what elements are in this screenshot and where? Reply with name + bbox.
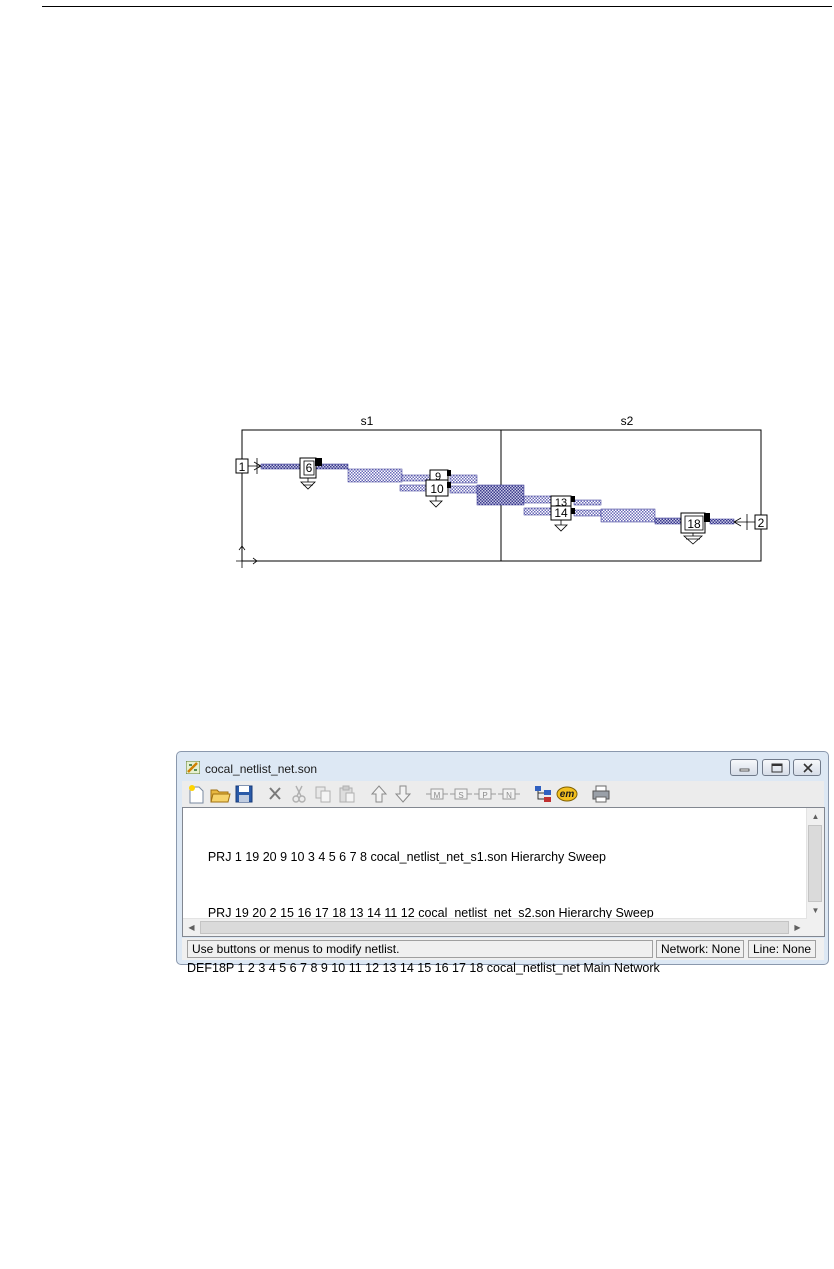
delete-icon[interactable] (264, 783, 286, 805)
status-network: Network: None (656, 940, 744, 958)
cut-icon[interactable] (288, 783, 310, 805)
port-1-arrow (248, 458, 262, 474)
status-line: Line: None (748, 940, 816, 958)
save-icon[interactable] (233, 783, 255, 805)
component-label: 18 (687, 517, 701, 531)
window-title: cocal_netlist_net.son (205, 762, 318, 776)
trace-segment (654, 517, 682, 525)
scroll-corner (807, 919, 824, 936)
title-bar[interactable]: cocal_netlist_net.son (177, 752, 828, 778)
page-top-rule (42, 6, 832, 7)
trace-segment (476, 484, 525, 506)
port-1-label: 1 (239, 460, 246, 474)
svg-text:em: em (560, 789, 575, 800)
component-label: 10 (430, 482, 444, 496)
svg-text:P: P (482, 791, 487, 800)
netlist-app-icon (185, 760, 201, 775)
minimize-icon (739, 768, 750, 772)
svg-text:M: M (434, 791, 441, 800)
netlist-lines: PRJ 1 19 20 9 10 3 4 5 6 7 8 cocal_netli… (187, 811, 660, 1015)
copy-icon[interactable] (312, 783, 334, 805)
horizontal-scroll-thumb[interactable] (200, 921, 789, 934)
add-n-icon[interactable]: N (498, 783, 520, 805)
component-9-10: 9 10 (425, 469, 451, 508)
section-label-s1: s1 (361, 414, 374, 428)
scroll-down-icon[interactable]: ▼ (807, 902, 824, 919)
trace-segment (600, 508, 656, 523)
trace-segment (523, 507, 552, 516)
section-label-s2: s2 (621, 414, 634, 428)
open-folder-icon[interactable] (209, 783, 231, 805)
circuit-layout-diagram: s1 s2 1 6 9 10 13 14 18 2 (228, 412, 768, 572)
vertical-scroll-thumb[interactable] (808, 825, 822, 902)
trace-segment (449, 485, 478, 494)
trace-segment (347, 468, 403, 483)
trace-segment (260, 463, 304, 470)
paste-icon[interactable] (336, 783, 358, 805)
maximize-icon (771, 763, 783, 773)
close-button[interactable] (793, 759, 821, 776)
em-icon[interactable]: em (556, 783, 578, 805)
trace-segment (399, 484, 427, 492)
hierarchy-icon[interactable] (532, 783, 554, 805)
component-13-14: 13 14 (550, 495, 575, 532)
netlist-editor[interactable]: PRJ 1 19 20 9 10 3 4 5 6 7 8 cocal_netli… (182, 807, 825, 975)
close-icon (803, 763, 813, 773)
move-down-icon[interactable] (392, 783, 414, 805)
port-2-label: 2 (758, 516, 765, 530)
vertical-scrollbar[interactable]: ▲ ▼ (806, 808, 824, 919)
component-label: 14 (554, 506, 568, 520)
scroll-up-icon[interactable]: ▲ (807, 808, 824, 825)
svg-text:N: N (506, 791, 512, 800)
scroll-right-icon[interactable]: ▶ (789, 919, 806, 936)
status-message: Use buttons or menus to modify netlist. (187, 940, 653, 958)
status-bar: Use buttons or menus to modify netlist. … (182, 938, 824, 960)
move-up-icon[interactable] (368, 783, 390, 805)
trace-segment (573, 509, 602, 517)
maximize-button[interactable] (762, 759, 790, 776)
add-s-icon[interactable]: S (450, 783, 472, 805)
add-p-icon[interactable]: P (474, 783, 496, 805)
svg-text:S: S (458, 791, 463, 800)
component-6: 6 (299, 457, 322, 490)
component-label: 6 (306, 461, 313, 475)
horizontal-scrollbar[interactable]: ◀ ▶ (183, 918, 807, 936)
netlist-line[interactable]: DEF18P 1 2 3 4 5 6 7 8 9 10 11 12 13 14 … (187, 959, 660, 978)
trace-segment (523, 495, 552, 504)
scroll-left-icon[interactable]: ◀ (183, 919, 200, 936)
netlist-line[interactable]: PRJ 1 19 20 9 10 3 4 5 6 7 8 cocal_netli… (187, 848, 660, 867)
component-18: 18 (680, 512, 710, 545)
add-m-icon[interactable]: M (426, 783, 448, 805)
new-icon[interactable] (185, 783, 207, 805)
port-2-arrow (733, 514, 755, 530)
netlist-window: cocal_netlist_net.son M S P N em PRJ 1 1… (176, 751, 829, 975)
print-icon[interactable] (590, 783, 612, 805)
minimize-button[interactable] (730, 759, 758, 776)
toolbar: M S P N em (182, 781, 824, 807)
trace-segment (573, 499, 602, 506)
trace-segment (709, 518, 735, 525)
trace-segment (449, 474, 478, 484)
